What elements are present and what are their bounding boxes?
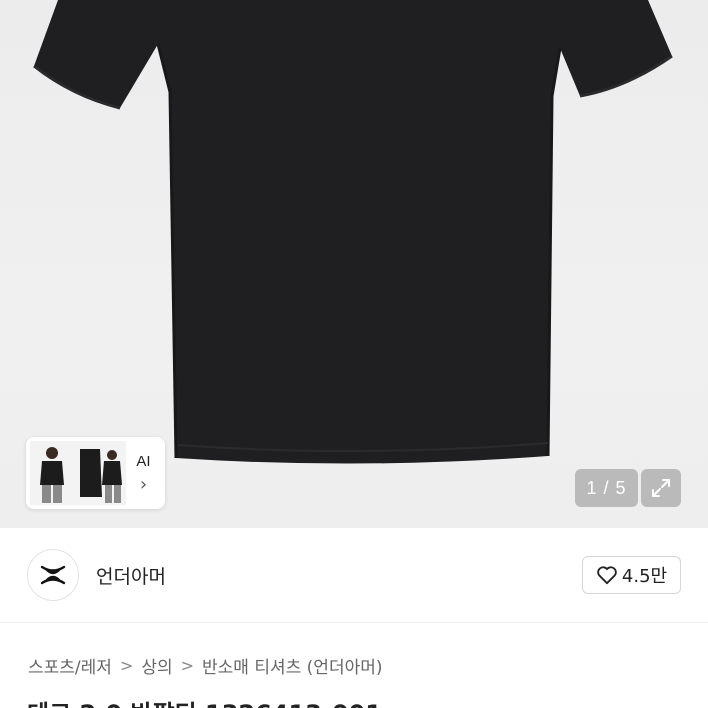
ai-fitting-card[interactable]: AI › bbox=[26, 437, 165, 509]
ai-label: AI bbox=[136, 452, 151, 470]
product-image-gallery[interactable]: AI › 1 / 5 bbox=[0, 0, 708, 528]
product-title: 테크 2.0 반팔티 1326413-001 bbox=[27, 694, 382, 708]
breadcrumb-item-category[interactable]: 스포츠/레저 bbox=[28, 653, 112, 678]
image-counter: 1 / 5 bbox=[575, 469, 638, 507]
heart-outline-icon bbox=[597, 566, 617, 585]
brand-row: 언더아머 4.5만 bbox=[0, 528, 708, 622]
expand-arrows-icon bbox=[652, 479, 670, 497]
section-divider bbox=[0, 622, 708, 623]
breadcrumb-item-current[interactable]: 반소매 티셔츠 (언더아머) bbox=[202, 653, 382, 678]
expand-button[interactable] bbox=[641, 469, 681, 507]
like-button[interactable]: 4.5만 bbox=[582, 556, 681, 594]
ai-thumbnail-images bbox=[30, 441, 126, 505]
breadcrumb-separator-icon: > bbox=[180, 655, 195, 675]
breadcrumb: 스포츠/레저 > 상의 > 반소매 티셔츠 (언더아머) bbox=[28, 652, 383, 678]
like-count: 4.5만 bbox=[621, 566, 668, 587]
chevron-right-icon[interactable]: › bbox=[140, 475, 147, 494]
breadcrumb-item-subcategory[interactable]: 상의 bbox=[141, 653, 172, 678]
brand-name[interactable]: 언더아머 bbox=[96, 562, 166, 589]
breadcrumb-separator-icon: > bbox=[119, 655, 134, 675]
brand-logo[interactable] bbox=[27, 549, 79, 601]
under-armour-logo bbox=[40, 565, 66, 585]
